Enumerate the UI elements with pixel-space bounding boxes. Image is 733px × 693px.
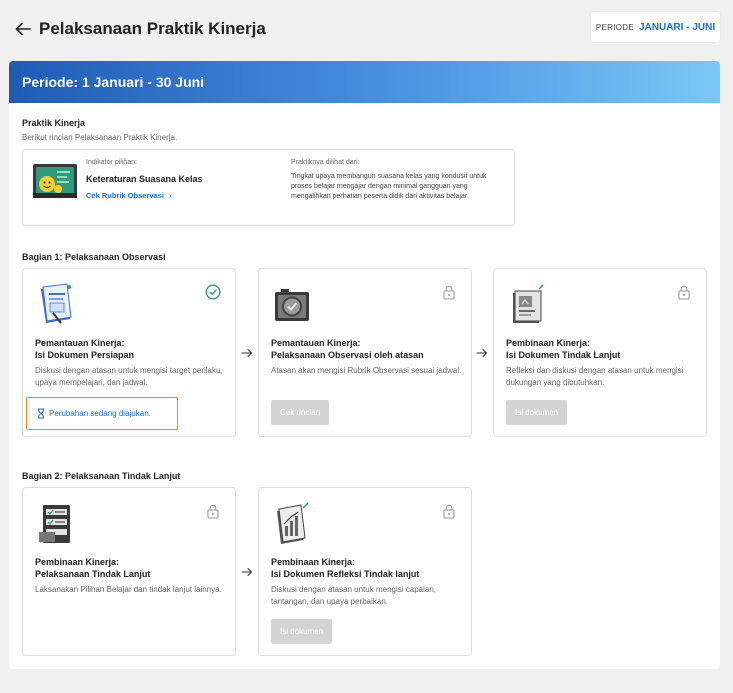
main-card: Periode: 1 Januari - 30 Juni Praktik Kin… xyxy=(9,61,720,669)
check-details-button[interactable]: Cek rincian xyxy=(271,400,330,425)
step-description: Atasan akan mengisi Rubrik Observasi ses… xyxy=(271,366,462,375)
step-title: Pembinaan Kinerja: Isi Dokumen Refleksi … xyxy=(271,557,466,580)
step-description: Refleksi dan diskusi dengan atasan untuk… xyxy=(506,366,684,387)
lock-icon xyxy=(443,504,455,519)
step-title-line2: Isi Dokumen Refleksi Tindak lanjut xyxy=(271,568,420,579)
praktik-title: Praktik Kinerja xyxy=(22,118,86,128)
chevron-right-icon: › xyxy=(169,191,172,200)
document-stack-illustration-icon xyxy=(513,284,544,323)
rubric-link-label: Cek Rubrik Observasi xyxy=(86,191,164,200)
seen-value: Tingkat upaya membangun suasana kelas ya… xyxy=(291,173,487,200)
check-circle-icon xyxy=(205,284,221,300)
step-title-line1: Pemantauan Kinerja: xyxy=(271,338,361,348)
praktik-subtitle: Berikut rincian Pelaksanaan Praktik Kine… xyxy=(22,133,178,142)
step-title-line1: Pembinaan Kinerja: xyxy=(506,338,591,348)
lock-icon xyxy=(678,285,690,300)
period-label: PERIODE xyxy=(595,22,634,32)
top-bar: Pelaksanaan Praktik Kinerja PERIODE JANU… xyxy=(0,0,733,60)
pending-text: Perubahan sedang diajukan. xyxy=(49,409,151,418)
step-description: Laksanakan Pilihan Belajar dan tindak la… xyxy=(35,585,222,594)
step-title: Pemantauan Kinerja: Isi Dokumen Persiapa… xyxy=(35,338,230,361)
chart-document-illustration-icon xyxy=(277,502,309,544)
step-card-pelaksanaan-tindak-lanjut: Pembinaan Kinerja: Pelaksanaan Tindak La… xyxy=(22,487,236,656)
arrow-right-icon xyxy=(241,567,253,577)
step-title-line1: Pembinaan Kinerja: xyxy=(271,557,356,567)
classroom-illustration-icon xyxy=(33,164,77,198)
step-title: Pembinaan Kinerja: Pelaksanaan Tindak La… xyxy=(35,557,230,580)
lock-icon xyxy=(207,504,219,519)
rubric-link[interactable]: Cek Rubrik Observasi › xyxy=(86,191,172,200)
checklist-illustration-icon xyxy=(39,505,70,543)
arrow-right-icon xyxy=(476,348,488,358)
period-selector[interactable]: PERIODE JANUARI - JUNI xyxy=(591,12,720,42)
step-title-line1: Pemantauan Kinerja: xyxy=(35,338,125,348)
step-title-line2: Isi Dokumen Tindak Lanjut xyxy=(506,349,621,360)
seen-label: Praktiknya dilihat dari: xyxy=(291,159,360,166)
step-card-tindak-lanjut-doc: Pembinaan Kinerja: Isi Dokumen Tindak La… xyxy=(493,268,707,437)
step-description: Diskusi dengan atasan untuk mengisi targ… xyxy=(35,366,223,387)
step-description: Diskusi dengan atasan untuk mengisi capa… xyxy=(271,585,436,606)
step-title-line2: Isi Dokumen Persiapan xyxy=(35,349,135,360)
step-title: Pembinaan Kinerja: Isi Dokumen Tindak La… xyxy=(506,338,701,361)
hourglass-icon xyxy=(38,408,44,419)
period-value: JANUARI - JUNI xyxy=(638,21,716,33)
indicator-label: Indikator pilihan: xyxy=(86,159,137,166)
step-card-refleksi: Pembinaan Kinerja: Isi Dokumen Refleksi … xyxy=(258,487,472,656)
step-card-observasi: Pemantauan Kinerja: Pelaksanaan Observas… xyxy=(258,268,472,437)
step-title-line2: Pelaksanaan Observasi oleh atasan xyxy=(271,349,424,360)
step-card-persiapan: Pemantauan Kinerja: Isi Dokumen Persiapa… xyxy=(22,268,236,437)
fill-document-button[interactable]: Isi dokumen xyxy=(271,619,333,644)
period-banner: Periode: 1 Januari - 30 Juni xyxy=(9,61,720,103)
arrow-right-icon xyxy=(241,348,253,358)
page-title: Pelaksanaan Praktik Kinerja xyxy=(39,19,266,38)
camera-illustration-icon xyxy=(275,289,309,321)
lock-icon xyxy=(443,285,455,300)
fill-document-button[interactable]: Isi dokumen xyxy=(506,400,568,425)
step-title-line1: Pembinaan Kinerja: xyxy=(35,557,120,567)
document-illustration-icon xyxy=(41,283,72,324)
step-title: Pemantauan Kinerja: Pelaksanaan Observas… xyxy=(271,338,466,361)
banner-title: Periode: 1 Januari - 30 Juni xyxy=(22,74,205,90)
pending-change-notice[interactable]: Perubahan sedang diajukan. xyxy=(26,397,178,430)
indicator-value: Keteraturan Suasana Kelas xyxy=(86,174,203,184)
practice-info-box: Indikator pilihan: Keteraturan Suasana K… xyxy=(22,149,515,226)
section1-title: Bagian 1: Pelaksanaan Observasi xyxy=(22,252,166,262)
step-title-line2: Pelaksanaan Tindak Lanjut xyxy=(35,568,151,579)
arrow-left-icon[interactable] xyxy=(14,20,32,38)
section2-title: Bagian 2: Pelaksanaan Tindak Lanjut xyxy=(22,471,181,481)
